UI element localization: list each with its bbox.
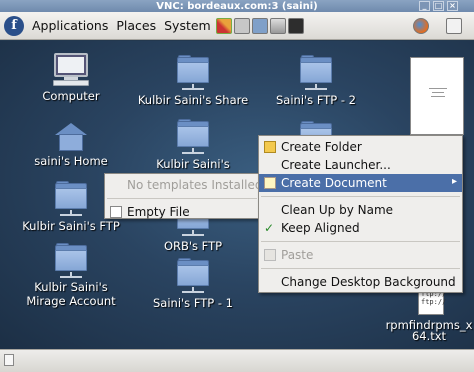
menu-item-create-document[interactable]: Create Document ▸ [259, 174, 462, 192]
submenu-item-label: No templates Installed [127, 178, 263, 192]
icon-label: 64.txt [411, 329, 447, 343]
folder-icon [55, 243, 87, 273]
top-panel: f Applications Places System [0, 12, 474, 40]
icon-label: Computer [42, 89, 100, 103]
icon-label: Kulbir Saini's [34, 280, 108, 294]
folder-icon [300, 55, 332, 85]
menu-item-label: Create Launcher... [281, 158, 391, 172]
document-icon [264, 177, 276, 189]
submenu-item-no-templates: No templates Installed [105, 176, 263, 194]
menu-item-label: Create Folder [281, 140, 362, 154]
menu-item-label: Keep Aligned [281, 221, 360, 235]
folder-icon [177, 258, 209, 288]
folder-icon [177, 55, 209, 85]
network-launcher-icon[interactable] [251, 17, 268, 34]
menu-system[interactable]: System [160, 18, 215, 33]
window-titlebar: VNC: bordeaux.com:3 (saini) _ □ × [0, 0, 474, 12]
fedora-logo-icon[interactable]: f [4, 15, 24, 36]
tools-launcher-icon[interactable] [215, 17, 232, 34]
icon-label: Saini's FTP - 2 [276, 93, 356, 107]
window-title: VNC: bordeaux.com:3 (saini) [156, 0, 318, 12]
folder-icon [177, 119, 209, 149]
show-desktop-icon[interactable] [4, 354, 14, 366]
folder-icon [264, 141, 276, 153]
network-share-icon[interactable]: Kulbir Saini's [138, 119, 248, 171]
menu-item-clean-up[interactable]: Clean Up by Name [259, 201, 462, 219]
document-thumbnail[interactable] [410, 57, 464, 135]
menu-places[interactable]: Places [112, 18, 160, 33]
menu-item-create-launcher[interactable]: Create Launcher... [259, 156, 462, 174]
empty-file-icon [110, 206, 122, 218]
menu-item-keep-aligned[interactable]: ✓ Keep Aligned [259, 219, 462, 237]
file-preview-text: ftp:// [421, 298, 447, 306]
icon-label: Kulbir Saini's FTP [22, 219, 120, 233]
network-share-icon[interactable]: Kulbir Saini's Share [138, 55, 248, 107]
settings-launcher-icon[interactable] [233, 17, 250, 34]
home-folder-icon[interactable]: saini's Home [16, 123, 126, 168]
submenu-item-empty-file[interactable]: Empty File [105, 203, 259, 221]
menu-item-label: Clean Up by Name [281, 203, 394, 217]
paste-icon [264, 249, 276, 261]
menu-item-create-folder[interactable]: Create Folder [259, 138, 462, 156]
submenu-arrow-icon: ▸ [451, 176, 457, 187]
icon-label: saini's Home [34, 154, 108, 168]
menu-item-change-background[interactable]: Change Desktop Background [259, 273, 462, 291]
minimize-button[interactable]: _ [419, 1, 430, 11]
house-icon [55, 123, 87, 151]
close-button[interactable]: × [447, 1, 458, 11]
icon-label: Kulbir Saini's Share [137, 93, 249, 107]
desktop-context-menu: Create Folder Create Launcher... Create … [258, 135, 463, 293]
menu-applications[interactable]: Applications [28, 18, 112, 33]
checkmark-icon: ✓ [264, 221, 275, 235]
icon-label: Kulbir Saini's [156, 157, 230, 171]
menu-item-label: Paste [281, 248, 314, 262]
ftp-share-icon[interactable]: Saini's FTP - 2 [261, 55, 371, 107]
network-share-icon[interactable]: Kulbir Saini's Mirage Account [16, 243, 126, 308]
menu-item-label: Change Desktop Background [281, 275, 456, 289]
bottom-panel [0, 349, 474, 372]
folder-icon [55, 181, 87, 211]
terminal-launcher-icon[interactable] [287, 17, 304, 34]
icon-label: ORB's FTP [163, 239, 223, 253]
icon-label: Saini's FTP - 1 [153, 296, 233, 310]
icon-label: Mirage Account [26, 294, 116, 308]
notes-icon[interactable] [446, 17, 462, 34]
maximize-button[interactable]: □ [433, 1, 444, 11]
menu-item-paste: Paste [259, 246, 462, 264]
ftp-share-icon[interactable]: Saini's FTP - 1 [138, 258, 248, 310]
computer-icon[interactable]: Computer [16, 53, 126, 103]
submenu-item-label: Empty File [127, 205, 190, 219]
monitor-icon [54, 53, 88, 77]
monitor-launcher-icon[interactable] [269, 17, 286, 34]
create-document-submenu: No templates Installed Empty File [104, 173, 263, 221]
firefox-icon[interactable] [413, 17, 429, 34]
menu-item-label: Create Document [281, 176, 387, 190]
